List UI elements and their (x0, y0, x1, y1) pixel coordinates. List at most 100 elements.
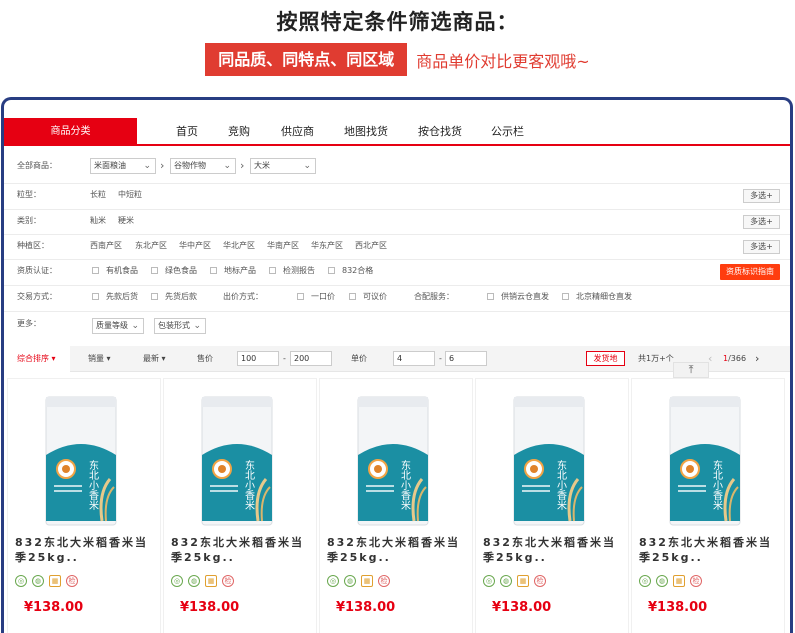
range-dash: - (283, 354, 286, 363)
badge-icons: ◎ ◍ ▦ 检 (171, 575, 239, 587)
product-price: ¥138.00 (648, 600, 708, 615)
rice-bag-image: 东北小香米 (513, 396, 585, 526)
green-food-icon: ◍ (32, 575, 44, 587)
category-button[interactable]: 商品分类 (4, 118, 137, 146)
organic-icon: ◎ (639, 575, 651, 587)
filter-label: 种植区： (17, 241, 49, 250)
option-region[interactable]: 西南产区 (90, 235, 122, 256)
select-category-1[interactable]: 米面粮油 ⌄ (90, 158, 156, 174)
geo-product-icon: ▦ (361, 575, 373, 587)
filter-row-more: 更多： 质量等级 ⌄ 包装形式 ⌄ (4, 312, 790, 340)
nav-notice[interactable]: 公示栏 (491, 118, 524, 146)
filter-label: 合配服务： (414, 292, 454, 301)
bag-brand-text: 东北小香米 (399, 459, 411, 511)
nav-suppliers[interactable]: 供应商 (281, 118, 314, 146)
sort-newest[interactable]: 最新 ▾ (143, 346, 166, 372)
chevron-down-icon: ⌄ (223, 161, 231, 171)
product-title[interactable]: 832东北大米稻香米当季25kg.. (483, 535, 628, 565)
product-title[interactable]: 832东北大米稻香米当季25kg.. (327, 535, 472, 565)
option-832: 832合格 (342, 266, 374, 275)
bag-brand-text: 东北小香米 (243, 459, 255, 511)
unit-price-min-input[interactable]: 4 (393, 351, 435, 366)
product-card[interactable]: 东北小香米 832东北大米稻香米当季25kg.. ◎ ◍ ▦ 检 ¥138.00 (319, 378, 473, 633)
total-price-max-input[interactable]: 200 (290, 351, 332, 366)
option-short-grain[interactable]: 中短粒 (118, 184, 142, 206)
bag-brand-text: 东北小香米 (711, 459, 723, 511)
sort-sales[interactable]: 销量 ▾ (88, 346, 111, 372)
product-title[interactable]: 832东北大米稻香米当季25kg.. (639, 535, 784, 565)
option-indica[interactable]: 籼米 (90, 210, 106, 231)
chevron-right-icon: › (240, 159, 245, 172)
option-fixed-price: 一口价 (311, 292, 335, 301)
unit-price-label: 单价 (351, 354, 367, 363)
select-quality-grade[interactable]: 质量等级 ⌄ (92, 318, 144, 334)
multi-select-button[interactable]: 多选+ (743, 240, 780, 254)
product-card[interactable]: 东北小香米 832东北大米稻香米当季25kg.. ◎ ◍ ▦ 检 ¥138.00 (7, 378, 161, 633)
option-green: 绿色食品 (165, 266, 197, 275)
product-price: ¥138.00 (336, 600, 396, 615)
geo-product-icon: ▦ (673, 575, 685, 587)
nav-bidding[interactable]: 竞购 (228, 118, 250, 146)
nav-home[interactable]: 首页 (176, 118, 198, 146)
total-count: 共1万+个 (638, 354, 674, 363)
product-price: ¥138.00 (492, 600, 552, 615)
total-price-min-input[interactable]: 100 (237, 351, 279, 366)
select-package[interactable]: 包装形式 ⌄ (154, 318, 206, 334)
checkbox[interactable] (562, 293, 569, 300)
product-title[interactable]: 832东北大米稻香米当季25kg.. (15, 535, 160, 565)
rice-bag-image: 东北小香米 (357, 396, 429, 526)
total-price-label: 售价 (197, 354, 213, 363)
chevron-down-icon: ⌄ (193, 321, 201, 331)
option-region[interactable]: 华北产区 (223, 235, 255, 256)
select-category-2[interactable]: 谷物作物 ⌄ (170, 158, 236, 174)
sort-comprehensive[interactable]: 综合排序 ▾ (4, 346, 70, 372)
option-region[interactable]: 华中产区 (179, 235, 211, 256)
geo-product-icon: ▦ (49, 575, 61, 587)
page-headline: 按照特定条件筛选商品： (276, 10, 519, 34)
checkbox[interactable] (92, 267, 99, 274)
option-region[interactable]: 西北产区 (355, 235, 387, 256)
option-goods-first: 先货后款 (165, 292, 197, 301)
checkbox[interactable] (269, 267, 276, 274)
checkbox[interactable] (92, 293, 99, 300)
bag-brand-text: 东北小香米 (87, 459, 99, 511)
back-to-top-icon[interactable]: ⤒ (673, 362, 709, 378)
multi-select-button[interactable]: 多选+ (743, 189, 780, 203)
option-region[interactable]: 华东产区 (311, 235, 343, 256)
certification-guide-button[interactable]: 资质标识指南 (720, 264, 780, 280)
top-nav: 商品分类 首页 竞购 供应商 地图找货 按仓找货 公示栏 (4, 118, 790, 146)
checkbox[interactable] (210, 267, 217, 274)
option-region[interactable]: 华南产区 (267, 235, 299, 256)
badge-icons: ◎ ◍ ▦ 检 (327, 575, 395, 587)
banner-tag: 同品质、同特点、同区域 (205, 43, 408, 76)
product-title[interactable]: 832东北大米稻香米当季25kg.. (171, 535, 316, 565)
option-japonica[interactable]: 粳米 (118, 210, 134, 231)
unit-price-max-input[interactable]: 6 (445, 351, 487, 366)
product-card[interactable]: 东北小香米 832东北大米稻香米当季25kg.. ◎ ◍ ▦ 检 ¥138.00 (163, 378, 317, 633)
ship-from-button[interactable]: 发货地 (586, 351, 625, 366)
checkbox[interactable] (151, 293, 158, 300)
banner-subrow: 同品质、同特点、同区域 商品单价对比更客观哦~ (0, 43, 795, 76)
nav-map-search[interactable]: 地图找货 (344, 118, 388, 146)
nav-warehouse-search[interactable]: 按仓找货 (418, 118, 462, 146)
option-organic: 有机食品 (106, 266, 138, 275)
banner-note: 商品单价对比更客观哦~ (416, 51, 590, 71)
checkbox[interactable] (349, 293, 356, 300)
product-card[interactable]: 东北小香米 832东北大米稻香米当季25kg.. ◎ ◍ ▦ 检 ¥138.00 (475, 378, 629, 633)
filter-label: 出价方式： (223, 292, 263, 301)
range-dash: - (439, 354, 442, 363)
product-card[interactable]: 东北小香米 832东北大米稻香米当季25kg.. ◎ ◍ ▦ 检 ¥138.00 (631, 378, 785, 633)
checkbox[interactable] (151, 267, 158, 274)
option-region[interactable]: 东北产区 (135, 235, 167, 256)
multi-select-button[interactable]: 多选+ (743, 215, 780, 229)
next-page-icon[interactable]: › (755, 346, 759, 372)
geo-product-icon: ▦ (517, 575, 529, 587)
select-category-3[interactable]: 大米 ⌄ (250, 158, 316, 174)
option-long-grain[interactable]: 长粒 (90, 184, 106, 206)
badge-icons: ◎ ◍ ▦ 检 (639, 575, 707, 587)
checkbox[interactable] (487, 293, 494, 300)
filter-row-certification: 资质认证： 有机食品 绿色食品 地标产品 检测报告 832合格 资质标识指南 (4, 260, 790, 286)
checkbox[interactable] (328, 267, 335, 274)
filter-row-region: 种植区： 西南产区 东北产区 华中产区 华北产区 华南产区 华东产区 西北产区 … (4, 235, 790, 260)
checkbox[interactable] (297, 293, 304, 300)
